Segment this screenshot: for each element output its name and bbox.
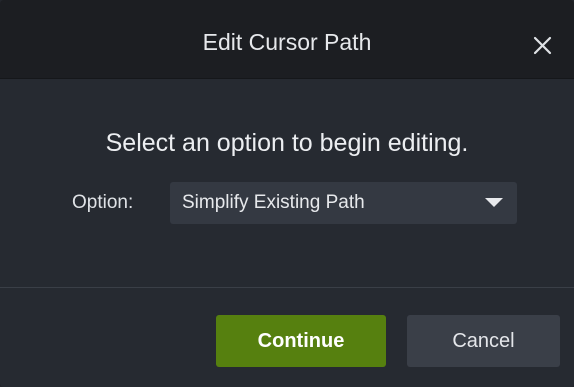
edit-cursor-path-dialog: Edit Cursor Path Select an option to beg… bbox=[0, 0, 574, 387]
option-dropdown-value: Simplify Existing Path bbox=[182, 192, 365, 213]
option-label: Option: bbox=[72, 192, 134, 213]
instruction-text: Select an option to begin editing. bbox=[105, 129, 469, 157]
option-dropdown[interactable]: Simplify Existing Path bbox=[170, 182, 517, 224]
cancel-button[interactable]: Cancel bbox=[407, 315, 560, 367]
close-icon bbox=[533, 36, 552, 55]
close-button[interactable] bbox=[528, 30, 558, 60]
continue-button[interactable]: Continue bbox=[216, 315, 386, 367]
dialog-title: Edit Cursor Path bbox=[202, 29, 372, 55]
dialog-titlebar: Edit Cursor Path bbox=[0, 0, 574, 79]
chevron-down-icon bbox=[485, 198, 503, 207]
